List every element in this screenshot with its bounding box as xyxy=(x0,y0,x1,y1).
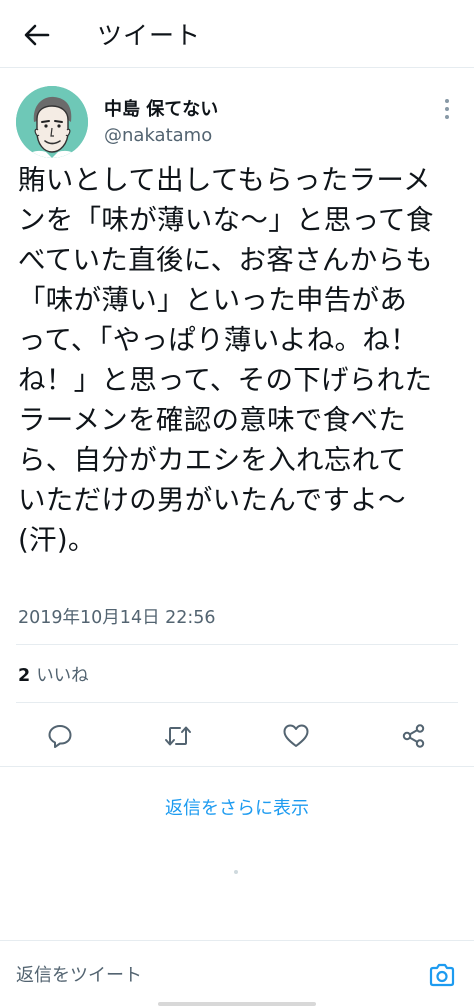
show-more-replies-link[interactable]: 返信をさらに表示 xyxy=(0,794,474,820)
more-dot-icon xyxy=(445,107,449,111)
reply-icon xyxy=(48,725,72,748)
tweet-text-line: (汗)。 xyxy=(18,524,96,556)
like-label: いいね xyxy=(36,666,89,686)
tweet-text-line: いただけの男がいたんですよ～ xyxy=(18,484,406,516)
tweet-text-line: って、「やっぱり薄いよね。ね！ xyxy=(18,324,418,356)
tweet-text-line: ら、自分がカエシを入れ忘れて xyxy=(18,444,407,476)
tweet-timestamp[interactable]: 2019年10月14日 22:56 xyxy=(18,604,216,629)
tweet-text-line: べていた直後に、お客さんからも xyxy=(18,244,434,276)
more-dot-icon xyxy=(445,99,449,103)
camera-icon xyxy=(429,963,455,987)
reply-button[interactable] xyxy=(40,716,80,756)
tweet-text-line: 「味が薄い」といった申告があ xyxy=(18,284,408,316)
back-button[interactable] xyxy=(20,18,54,52)
share-button[interactable] xyxy=(394,716,434,756)
author-name[interactable]: 中島 保てない xyxy=(104,95,218,121)
top-app-bar: ツイート xyxy=(0,0,474,68)
avatar-illustration xyxy=(16,86,88,158)
retweet-icon xyxy=(165,726,191,746)
like-count: 2 xyxy=(18,666,31,686)
avatar[interactable] xyxy=(16,86,88,158)
camera-button[interactable] xyxy=(426,959,458,991)
more-options-button[interactable] xyxy=(436,94,458,124)
loading-dot xyxy=(234,870,238,874)
tweet-text-line: ね！」と思って、その下げられた xyxy=(18,364,433,396)
tweet-text: 賄いとして出してもらったラーメ ンを「味が薄いな～」と思って食 べていた直後に、… xyxy=(18,160,458,560)
like-button[interactable] xyxy=(276,716,316,756)
home-indicator xyxy=(158,1002,316,1006)
reply-input[interactable]: 返信をツイート xyxy=(16,961,396,987)
back-arrow-icon xyxy=(24,24,50,46)
divider xyxy=(16,644,458,645)
divider xyxy=(0,766,474,767)
reply-compose-bar: 返信をツイート xyxy=(0,940,474,1007)
divider xyxy=(16,702,458,703)
tweet-text-line: 賄いとして出してもらったラーメ xyxy=(18,164,431,196)
retweet-button[interactable] xyxy=(158,716,198,756)
heart-icon xyxy=(283,724,309,747)
likes-stat[interactable]: 2 いいね xyxy=(18,662,89,687)
page-title: ツイート xyxy=(97,21,202,50)
tweet-text-line: ラーメンを確認の意味で食べた xyxy=(18,404,407,436)
more-dot-icon xyxy=(445,115,449,119)
share-icon xyxy=(402,724,425,748)
author-handle[interactable]: @nakatamo xyxy=(104,125,212,146)
tweet-text-line: ンを「味が薄いな～」と思って食 xyxy=(18,204,434,236)
